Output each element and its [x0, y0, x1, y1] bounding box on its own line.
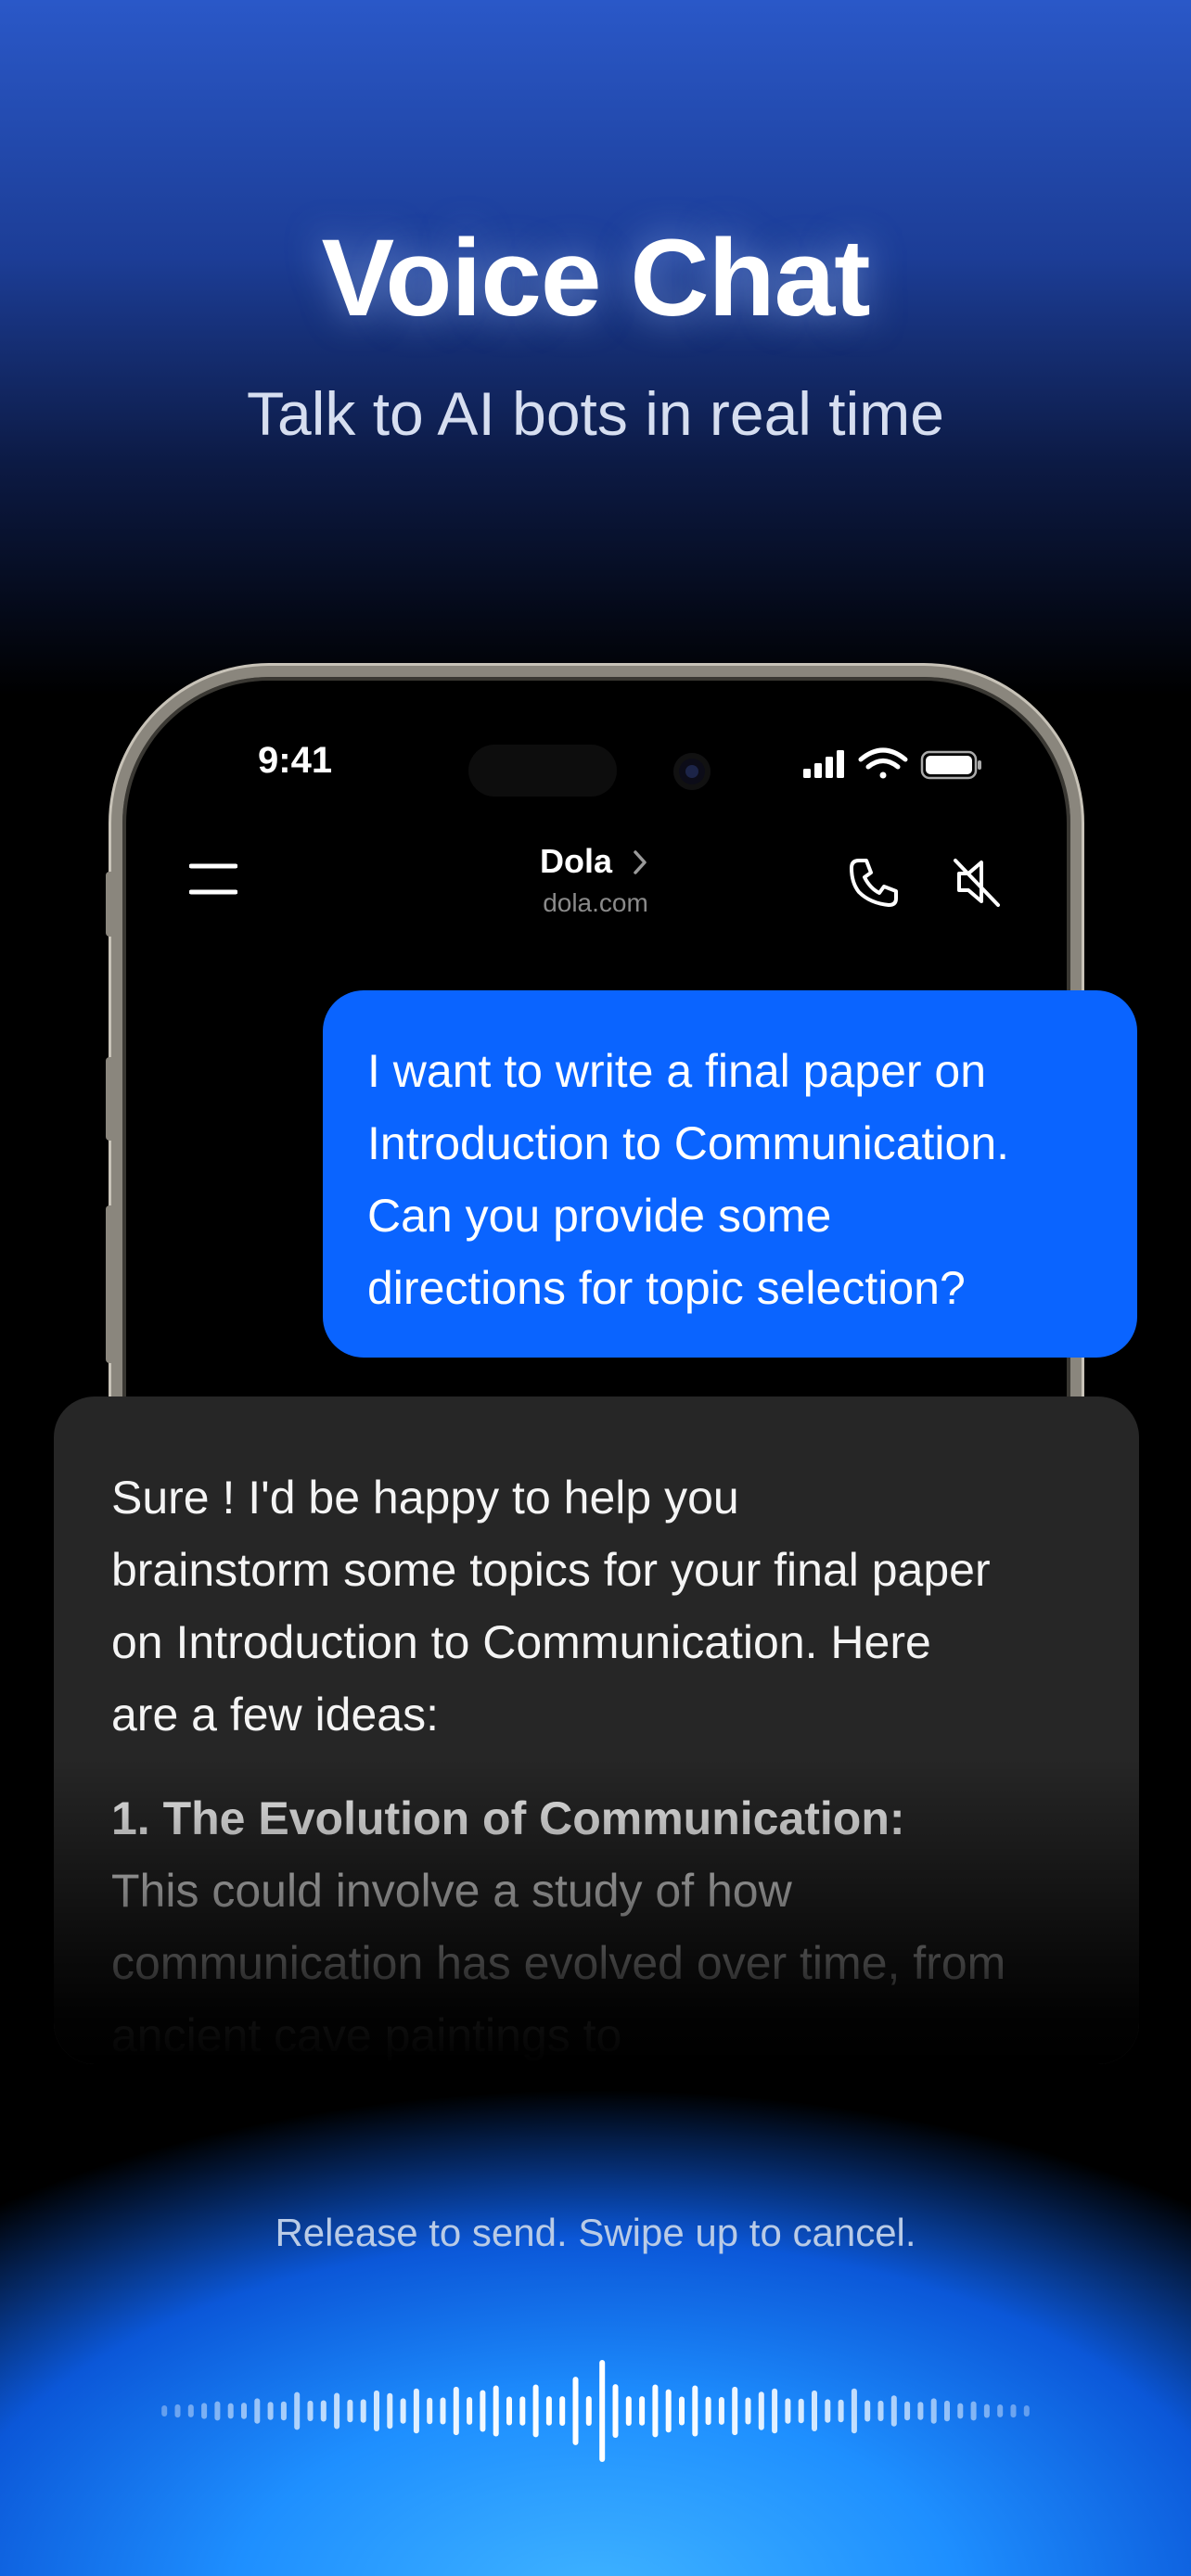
waveform-bar: [997, 2404, 1004, 2417]
waveform-bar: [334, 2392, 340, 2429]
waveform-bar: [267, 2402, 274, 2420]
waveform-bar: [320, 2400, 327, 2422]
bot-message-line: are a few ideas:: [111, 1689, 439, 1741]
waveform-bar: [241, 2403, 247, 2419]
waveform-bar: [785, 2398, 791, 2424]
waveform-bar: [838, 2399, 844, 2423]
waveform-bar: [174, 2404, 181, 2418]
waveform-bar: [864, 2400, 871, 2422]
phone-side-button-volume-down: [106, 1205, 115, 1363]
waveform-bar: [227, 2403, 234, 2419]
waveform-bar: [718, 2397, 724, 2425]
waveform-bar: [944, 2400, 950, 2422]
bot-message-line: Sure ! I'd be happy to help you: [111, 1472, 739, 1524]
waveform-bar: [745, 2397, 751, 2425]
waveform-bar: [214, 2401, 221, 2421]
bot-message-card: Sure ! I'd be happy to help you brainsto…: [54, 1396, 1139, 2064]
waveform-bar: [812, 2390, 817, 2431]
waveform-bar: [280, 2401, 287, 2421]
bot-message-line: brainstorm some topics for your final pa…: [111, 1544, 991, 1596]
bot-point-line: This could involve a study of how: [111, 1865, 792, 1917]
nav-subtitle: dola.com: [543, 888, 648, 917]
waveform-bar: [612, 2384, 619, 2438]
waveform-bar: [559, 2396, 566, 2426]
nav-title[interactable]: Dola: [540, 842, 612, 881]
waveform-bar: [427, 2397, 433, 2425]
waveform-bar: [453, 2386, 459, 2436]
waveform-bar: [532, 2384, 539, 2438]
waveform-bar: [254, 2398, 261, 2424]
waveform-bar: [798, 2398, 804, 2424]
waveform-bar: [360, 2399, 366, 2423]
waveform-bar: [1023, 2405, 1030, 2417]
user-message-line: I want to write a final paper on: [367, 1045, 987, 1097]
waveform-bar: [347, 2399, 353, 2423]
dynamic-island: [468, 745, 617, 797]
waveform-bar: [506, 2396, 512, 2426]
waveform-bar: [904, 2401, 911, 2421]
waveform-bar: [374, 2390, 379, 2431]
user-message-bubble: I want to write a final paper on Introdu…: [323, 990, 1137, 1358]
waveform-bar: [877, 2400, 884, 2421]
bot-point-title: 1. The Evolution of Communication:: [111, 1792, 905, 1844]
waveform-bar: [480, 2390, 486, 2432]
waveform-bar: [890, 2395, 897, 2427]
speaker-mute-icon[interactable]: [946, 851, 1007, 912]
waveform-bar: [732, 2386, 738, 2436]
waveform-bar: [970, 2401, 977, 2421]
waveform-bar: [983, 2404, 990, 2418]
waveform-bar: [400, 2398, 406, 2424]
waveform-bar: [957, 2403, 964, 2419]
waveform-bar: [679, 2396, 685, 2426]
hero-subtitle: Talk to AI bots in real time: [246, 379, 944, 448]
waveform-bar: [772, 2388, 778, 2434]
waveform-bar: [1010, 2404, 1017, 2418]
waveform-bar: [467, 2397, 473, 2425]
hero-title: Voice Chat: [321, 217, 870, 339]
release-hint: Release to send. Swipe up to cancel.: [275, 2211, 916, 2254]
waveform-bar: [161, 2405, 168, 2417]
camera-lens-icon: [673, 753, 711, 790]
waveform-bar: [917, 2402, 924, 2420]
waveform-bar: [705, 2396, 711, 2426]
waveform-bar: [665, 2389, 672, 2433]
waveform-bar: [387, 2392, 393, 2429]
waveform-bar: [294, 2391, 301, 2430]
waveform-bar: [585, 2396, 592, 2426]
waveform-bar: [545, 2396, 552, 2426]
waveform-bar: [625, 2396, 632, 2426]
waveform-bar: [930, 2398, 937, 2424]
user-message-line: Introduction to Communication.: [367, 1117, 1010, 1169]
phone-side-button-volume-up: [106, 1057, 115, 1141]
waveform-bar: [572, 2377, 579, 2445]
waveform-bar: [187, 2404, 194, 2417]
wifi-icon: [858, 747, 908, 779]
status-icons: [803, 747, 981, 780]
waveform-bar: [692, 2385, 698, 2437]
waveform-bar: [307, 2400, 314, 2421]
waveform-bar: [201, 2403, 208, 2419]
bot-message-line: on Introduction to Communication. Here: [111, 1616, 931, 1668]
status-time: 9:41: [258, 740, 333, 781]
waveform-bar: [825, 2399, 831, 2423]
phone-icon[interactable]: [846, 855, 902, 911]
user-message-line: Can you provide some: [367, 1190, 832, 1242]
waveform-bar: [440, 2397, 446, 2425]
user-message-line: directions for topic selection?: [367, 1262, 966, 1314]
voice-waveform[interactable]: [158, 2355, 1033, 2467]
waveform-bar: [493, 2385, 499, 2437]
waveform-bar: [652, 2384, 659, 2438]
battery-icon: [920, 750, 981, 780]
bot-point-line: ancient cave paintings to: [111, 2009, 622, 2061]
chevron-right-icon[interactable]: [631, 848, 649, 876]
cellular-signal-icon: [803, 750, 844, 778]
waveform-bar: [599, 2360, 606, 2462]
waveform-bar: [851, 2388, 857, 2434]
bot-point-line: communication has evolved over time, fro…: [111, 1937, 1006, 1989]
waveform-bar: [758, 2391, 764, 2430]
waveform-bar: [413, 2388, 419, 2434]
waveform-bar: [639, 2396, 646, 2426]
waveform-bar: [519, 2396, 526, 2426]
